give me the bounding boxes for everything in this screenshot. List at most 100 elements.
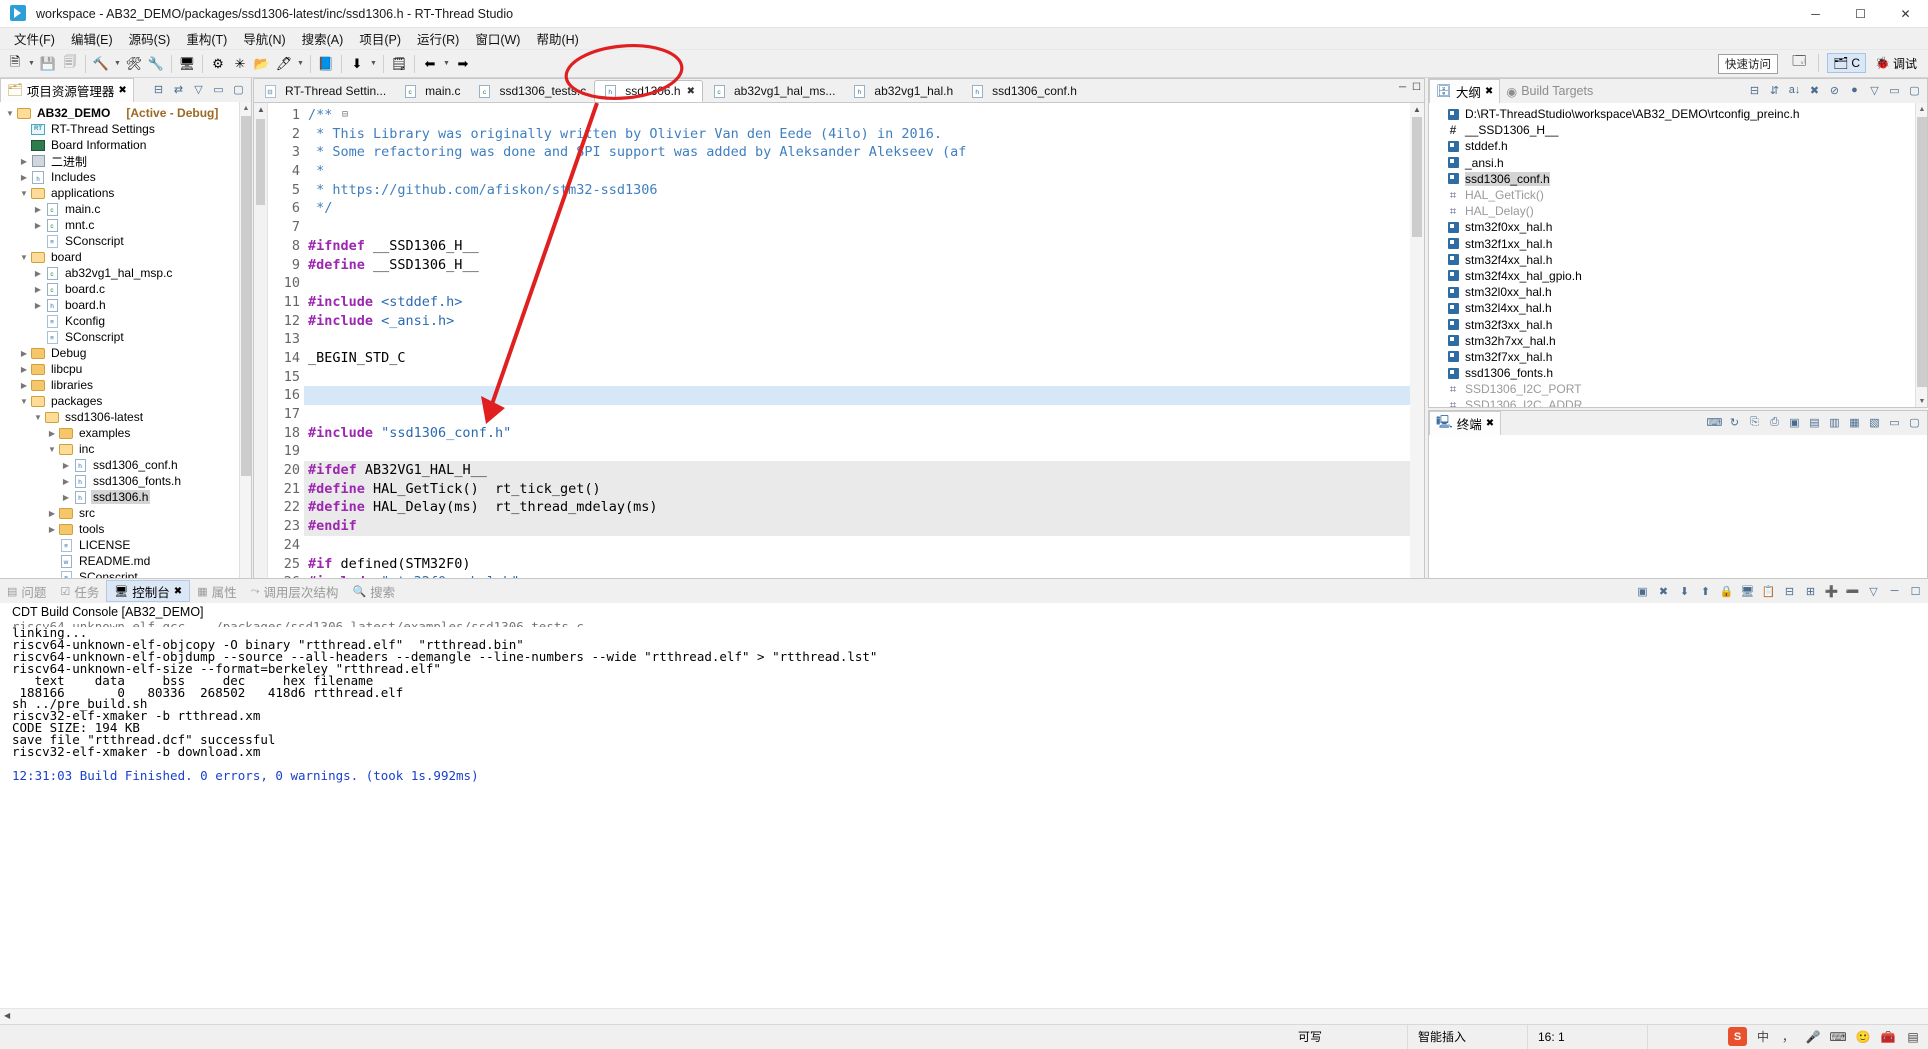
editor-tab[interactable]: c main.c — [394, 80, 468, 102]
add-icon[interactable]: ➕ — [1823, 582, 1840, 600]
outline-item[interactable]: _ansi.h — [1429, 155, 1915, 171]
tree-item[interactable]: ▶ h board.h — [0, 297, 239, 313]
outline-item[interactable]: stm32f3xx_hal.h — [1429, 316, 1915, 332]
tree-item[interactable]: ▼ ssd1306-latest — [0, 409, 239, 425]
code-line[interactable] — [304, 405, 1424, 424]
menu-project[interactable]: 项目(P) — [351, 27, 409, 50]
gutter-scroll-up-icon[interactable]: ▲ — [257, 105, 265, 114]
outline-item[interactable]: D:\RT-ThreadStudio\workspace\AB32_DEMO\r… — [1429, 106, 1915, 122]
tree-item[interactable]: ▶ Debug — [0, 345, 239, 361]
tree-item[interactable]: ▶ c main.c — [0, 201, 239, 217]
tree-item[interactable]: ▶ src — [0, 505, 239, 521]
code-line[interactable] — [304, 442, 1424, 461]
tree-item[interactable]: ▶ examples — [0, 425, 239, 441]
maximize-panel-icon[interactable]: ☐ — [1907, 582, 1924, 600]
build-hammer-icon[interactable]: 🔨 — [90, 53, 112, 75]
close-icon[interactable]: ✖ — [1486, 418, 1494, 429]
lock-icon[interactable]: 🔒 — [1718, 582, 1735, 600]
menu-window[interactable]: 窗口(W) — [467, 27, 528, 50]
outline-item[interactable]: stddef.h — [1429, 138, 1915, 154]
hscroll-left-icon[interactable]: ◀ — [4, 1011, 10, 1020]
chevron-right-icon[interactable]: ▶ — [18, 173, 30, 182]
chevron-right-icon[interactable]: ▶ — [32, 285, 44, 294]
clean-icon[interactable]: 🛠 — [123, 53, 145, 75]
tree-item[interactable]: ▼ AB32_DEMO [Active - Debug] — [0, 105, 239, 121]
code-line[interactable]: #ifdef AB32VG1_HAL_H__ — [304, 461, 1424, 480]
package-manager-icon[interactable]: 🗒 — [388, 53, 410, 75]
close-icon[interactable]: ✖ — [118, 85, 126, 96]
outline-item[interactable]: ssd1306_fonts.h — [1429, 365, 1915, 381]
outline-item[interactable]: stm32f0xx_hal.h — [1429, 219, 1915, 235]
outline-item[interactable]: ⌗ SSD1306_I2C_ADDR — [1429, 397, 1915, 407]
menu-edit[interactable]: 编辑(E) — [63, 27, 121, 50]
remove-launch-icon[interactable]: ✖ — [1655, 582, 1672, 600]
terminal-settings-icon[interactable]: ▧ — [1866, 413, 1883, 431]
code-line[interactable]: _BEGIN_STD_C — [304, 349, 1424, 368]
tree-item[interactable]: ▶ c board.c — [0, 281, 239, 297]
new-terminal-icon[interactable]: ▣ — [1786, 413, 1803, 431]
sort-alpha-icon[interactable]: a↓ — [1786, 81, 1803, 99]
perspective-c-button[interactable]: 🗂 C — [1827, 53, 1867, 73]
collapse-all-icon[interactable]: ⊟ — [1746, 81, 1763, 99]
tree-item[interactable]: ▶ h ssd1306.h — [0, 489, 239, 505]
flash-dropdown-icon[interactable]: ▼ — [295, 53, 306, 75]
code-line[interactable]: #if defined(STM32F0) — [304, 555, 1424, 574]
sort-icon[interactable]: ⇵ — [1766, 81, 1783, 99]
console-tab[interactable]: ⤳ 调用层次结构 — [244, 580, 346, 602]
ime-keyboard-icon[interactable]: ⌨ — [1829, 1028, 1847, 1046]
chevron-right-icon[interactable]: ▶ — [60, 493, 72, 502]
console-tab[interactable]: ▤ 问题 — [0, 580, 53, 602]
chevron-right-icon[interactable]: ▶ — [46, 525, 58, 534]
minimize-panel-icon[interactable]: ─ — [1886, 582, 1903, 600]
outline-item[interactable]: stm32f4xx_hal_gpio.h — [1429, 268, 1915, 284]
chevron-right-icon[interactable]: ▶ — [60, 477, 72, 486]
code-line[interactable]: #define __SSD1306_H__ — [304, 256, 1424, 275]
editor-tab[interactable]: h ssd1306_conf.h — [961, 80, 1085, 102]
ime-more-icon[interactable]: ▤ — [1904, 1028, 1922, 1046]
chevron-right-icon[interactable]: ▶ — [60, 461, 72, 470]
code-line[interactable]: #include "ssd1306_conf.h" — [304, 424, 1424, 443]
editor-tab[interactable]: c ssd1306_tests.c — [469, 80, 595, 102]
chevron-right-icon[interactable]: ▶ — [18, 349, 30, 358]
code-line[interactable]: * This Library was originally written by… — [304, 125, 1424, 144]
hide-fields-icon[interactable]: ✖ — [1806, 81, 1823, 99]
outline-item[interactable]: stm32l4xx_hal.h — [1429, 300, 1915, 316]
console-tab[interactable]: ▦ 属性 — [190, 580, 243, 602]
ime-language-label[interactable]: 中 — [1754, 1028, 1772, 1046]
minimize-panel-icon[interactable]: ▭ — [210, 80, 227, 98]
menu-navigate[interactable]: 导航(N) — [235, 27, 293, 50]
close-button[interactable]: ✕ — [1883, 0, 1928, 28]
tree-item[interactable]: ≡ SConscript — [0, 233, 239, 249]
collapse-icon[interactable]: ⊟ — [1781, 582, 1798, 600]
code-line[interactable]: #define HAL_GetTick() rt_tick_get() — [304, 479, 1424, 499]
tree-item[interactable]: ▶ h Includes — [0, 169, 239, 185]
outline-item[interactable]: ⌗ HAL_Delay() — [1429, 203, 1915, 219]
ime-voice-icon[interactable]: 🎤 — [1804, 1028, 1822, 1046]
chevron-down-icon[interactable]: ▼ — [18, 253, 30, 262]
chevron-right-icon[interactable]: ▶ — [32, 205, 44, 214]
chevron-right-icon[interactable]: ▶ — [32, 301, 44, 310]
tree-item[interactable]: ≡ Kconfig — [0, 313, 239, 329]
new-file-icon[interactable]: 🗎 — [4, 53, 26, 75]
outline-item[interactable]: stm32h7xx_hal.h — [1429, 333, 1915, 349]
close-icon[interactable]: ✖ — [687, 86, 695, 97]
sdk-manager-icon[interactable]: ⚙ — [207, 53, 229, 75]
open-perspective-icon[interactable]: 🗔 — [1788, 52, 1810, 74]
outline-item[interactable]: stm32f7xx_hal.h — [1429, 349, 1915, 365]
chevron-down-icon[interactable]: ▼ — [18, 397, 30, 406]
tree-item[interactable]: ▶ libraries — [0, 377, 239, 393]
scroll-down-icon[interactable]: ▼ — [1916, 395, 1928, 407]
paste-icon[interactable]: ⎙ — [1766, 413, 1783, 431]
new-file-dropdown-icon[interactable]: ▼ — [26, 53, 37, 75]
menu-source[interactable]: 源码(S) — [121, 27, 179, 50]
refresh-icon[interactable]: ↻ — [1726, 413, 1743, 431]
console-tab[interactable]: 🖥 控制台 ✖ — [106, 580, 191, 602]
editor-tab[interactable]: h ab32vg1_hal.h — [843, 80, 961, 102]
minimize-panel-icon[interactable]: ▭ — [1886, 413, 1903, 431]
scroll-down-icon[interactable]: ⬇ — [1676, 582, 1693, 600]
close-icon[interactable]: ✖ — [174, 586, 182, 597]
code-line[interactable]: * Some refactoring was done and SPI supp… — [304, 143, 1424, 162]
outline-item[interactable]: stm32f1xx_hal.h — [1429, 236, 1915, 252]
maximize-editor-icon[interactable]: ☐ — [1412, 82, 1421, 93]
chevron-right-icon[interactable]: ▶ — [18, 365, 30, 374]
